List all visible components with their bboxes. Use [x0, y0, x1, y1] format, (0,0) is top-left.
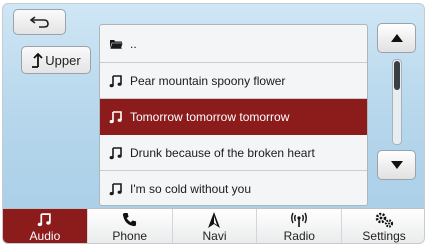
- screen-frame: Upper .. Pear mountain spoony flower Tom…: [2, 3, 425, 244]
- triangle-up-icon: [390, 34, 403, 42]
- tab-settings[interactable]: Settings: [342, 209, 424, 243]
- radio-antenna-icon: [291, 212, 308, 227]
- file-list: .. Pear mountain spoony flower Tomorrow …: [99, 24, 368, 206]
- scrollbar-track[interactable]: [392, 59, 402, 145]
- phone-icon: [123, 212, 137, 227]
- track-title: Tomorrow tomorrow tomorrow: [130, 109, 290, 124]
- back-button[interactable]: [13, 9, 66, 35]
- tab-label: Settings: [362, 229, 406, 243]
- upper-label: Upper: [45, 52, 81, 68]
- track-title: I'm so cold without you: [130, 182, 252, 196]
- music-note-icon: [109, 110, 122, 123]
- folder-label: ..: [130, 36, 137, 51]
- tab-phone[interactable]: Phone: [88, 209, 173, 243]
- scrollbar-thumb[interactable]: [394, 61, 400, 90]
- navigation-icon: [208, 211, 221, 228]
- scroll-down-button[interactable]: [377, 150, 416, 180]
- tab-label: Navi: [202, 229, 227, 243]
- track-title: Drunk because of the broken heart: [130, 145, 315, 160]
- tab-label: Radio: [283, 229, 315, 243]
- tab-audio[interactable]: Audio: [3, 209, 88, 243]
- list-item[interactable]: I'm so cold without you: [100, 171, 367, 205]
- upper-folder-button[interactable]: Upper: [21, 46, 91, 74]
- scroll-up-button[interactable]: [377, 23, 416, 53]
- tab-navi[interactable]: Navi: [173, 209, 258, 243]
- list-item-selected[interactable]: Tomorrow tomorrow tomorrow: [100, 99, 367, 135]
- music-note-icon: [109, 74, 122, 87]
- music-note-icon: [109, 146, 122, 159]
- gears-icon: [375, 212, 394, 228]
- track-title: Pear mountain spoony flower: [130, 73, 286, 88]
- up-arrow-icon: [32, 52, 43, 68]
- tab-radio[interactable]: Radio: [257, 209, 343, 243]
- tab-label: Audio: [29, 229, 61, 243]
- list-item[interactable]: Drunk because of the broken heart: [100, 135, 367, 171]
- folder-icon: [109, 39, 123, 49]
- triangle-down-icon: [390, 161, 403, 169]
- bottom-tab-bar: Audio Phone Navi Radio Settings: [3, 208, 424, 243]
- music-note-icon: [38, 213, 52, 227]
- tab-label: Phone: [112, 229, 148, 243]
- list-item[interactable]: Pear mountain spoony flower: [100, 63, 367, 99]
- music-note-icon: [109, 183, 122, 196]
- parent-folder-row[interactable]: ..: [100, 25, 367, 63]
- back-arrow-icon: [29, 16, 49, 28]
